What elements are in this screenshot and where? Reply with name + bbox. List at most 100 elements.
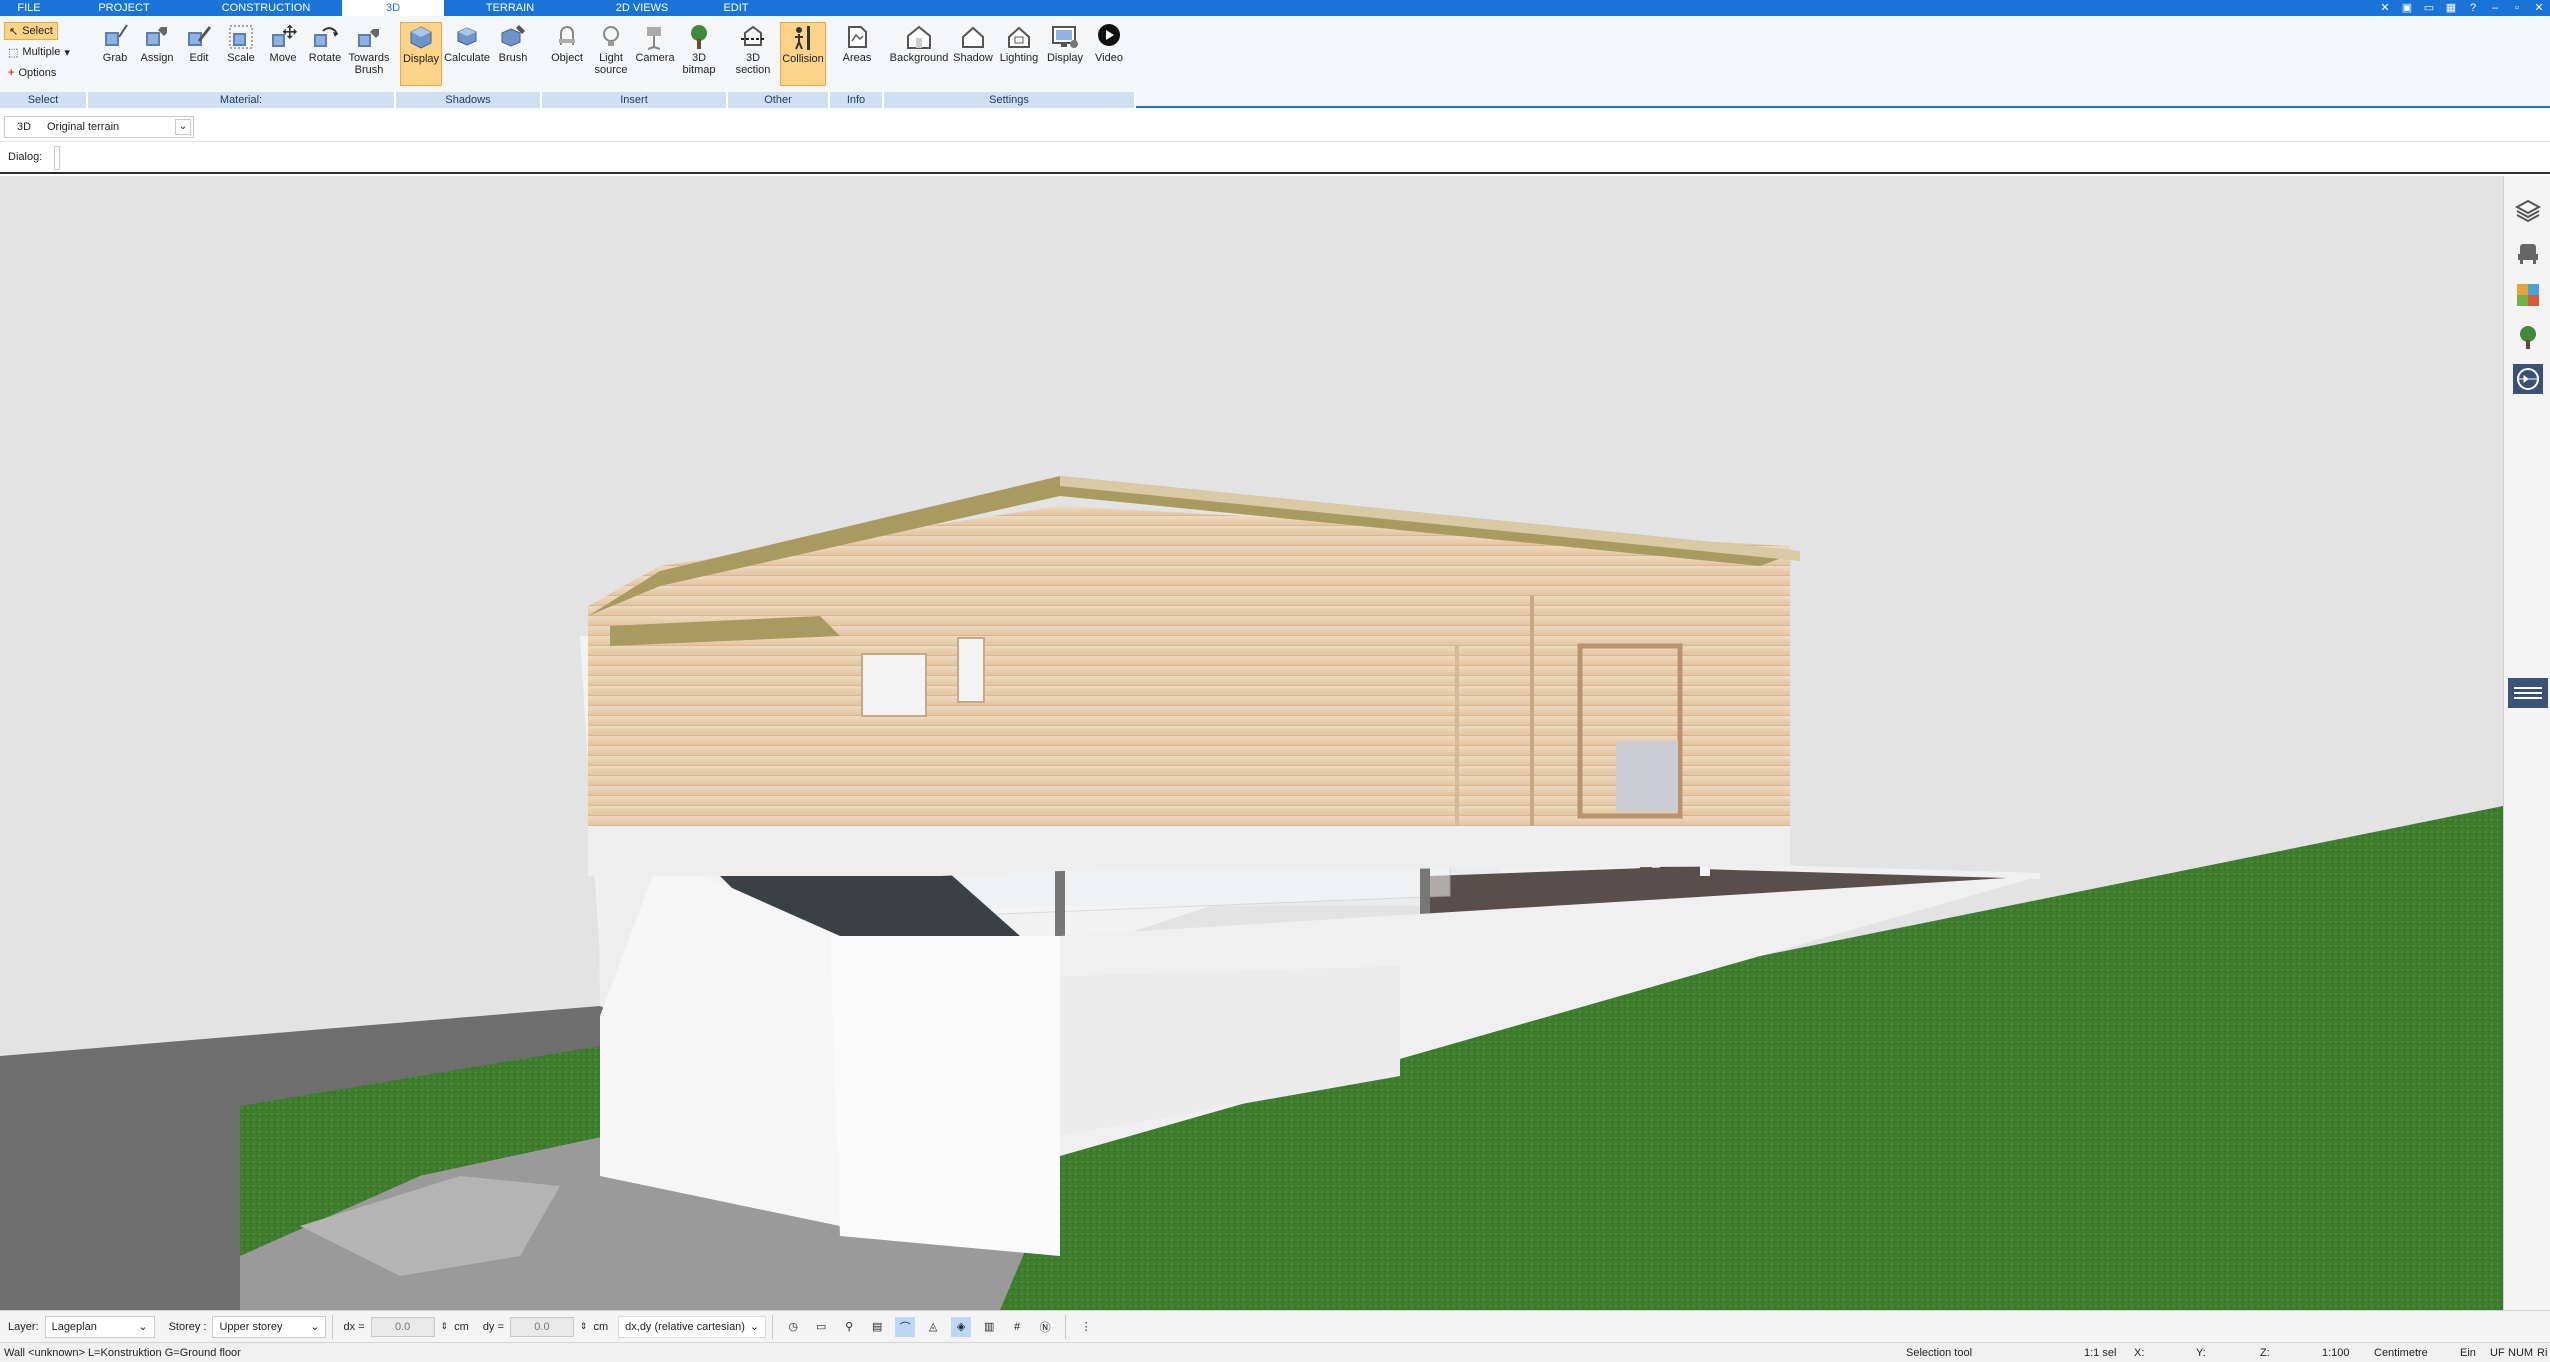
dy-stepper-icon[interactable]: ⇕ xyxy=(580,1321,588,1332)
dy-input[interactable]: 0.0 xyxy=(509,1316,574,1337)
display-settings-button[interactable]: Display xyxy=(1044,22,1086,86)
chevron-down-icon[interactable]: ⌄ xyxy=(175,119,191,135)
lighting-button[interactable]: Lighting xyxy=(998,22,1040,86)
move-button[interactable]: Move xyxy=(262,22,304,86)
balcony-glass xyxy=(1616,741,1678,811)
towards-brush-icon xyxy=(354,22,384,52)
materials-icon[interactable] xyxy=(2513,280,2543,310)
scale-button[interactable]: Scale xyxy=(220,22,262,86)
paint-icon[interactable]: ▤ xyxy=(867,1317,887,1337)
group-label-other: Other xyxy=(728,92,830,108)
tab-file[interactable]: FILE xyxy=(0,0,58,16)
ribbon: ↖ Select ⬚ Multiple ▾ + Options Select G… xyxy=(0,16,2550,108)
move-label: Move xyxy=(269,52,297,64)
terrain-icon[interactable]: ⌒ xyxy=(895,1316,916,1337)
select-group: ↖ Select ⬚ Multiple ▾ + Options Select xyxy=(0,16,88,108)
dialog-field[interactable] xyxy=(54,146,60,170)
minimize-icon[interactable]: – xyxy=(2488,2,2502,14)
group-label-settings: Settings xyxy=(884,92,1136,108)
options-button[interactable]: + Options xyxy=(4,64,60,82)
3d-section-button[interactable]: 3D section xyxy=(732,22,774,86)
tab-construction[interactable]: CONSTRUCTION xyxy=(190,0,342,16)
more-options-icon[interactable]: ⋮ xyxy=(1076,1317,1096,1337)
grid-icon[interactable]: # xyxy=(1007,1317,1027,1337)
tools-icon[interactable]: ✕ xyxy=(2378,2,2392,14)
brush-icon xyxy=(498,22,528,52)
dx-input[interactable]: 0.0 xyxy=(370,1316,435,1337)
3d-scene[interactable] xyxy=(0,176,2503,1310)
status-unit: Centimetre xyxy=(2374,1347,2428,1359)
display-shadows-icon xyxy=(406,23,436,53)
display-shadows-button[interactable]: Display xyxy=(400,22,442,86)
view-select[interactable]: 3D Original terrain ⌄ xyxy=(4,116,194,138)
dy-label: dy = xyxy=(482,1320,504,1333)
collision-button[interactable]: Collision xyxy=(780,22,826,86)
tab-3d[interactable]: 3D xyxy=(342,0,444,16)
display-shadows-label: Display xyxy=(402,53,440,65)
close-icon[interactable]: ✕ xyxy=(2532,2,2546,14)
background-button[interactable]: Background xyxy=(888,22,950,86)
screen-icon[interactable]: ▭ xyxy=(811,1317,831,1337)
layout-icon[interactable]: ▣ xyxy=(2400,2,2414,14)
status-scale: 1:100 xyxy=(2322,1347,2350,1359)
maximize-icon[interactable]: ▫ xyxy=(2510,2,2524,14)
shadows-group: Display Calculate Brush Shadows xyxy=(396,16,542,108)
insert-3d-bitmap-button[interactable]: 3D bitmap xyxy=(678,22,720,86)
calculate-button[interactable]: Calculate xyxy=(444,22,490,86)
calculate-label: Calculate xyxy=(444,52,490,64)
section-icon xyxy=(738,22,768,52)
video-button[interactable]: Video xyxy=(1088,22,1130,86)
separator xyxy=(772,1314,774,1339)
snap-icon[interactable]: ◬ xyxy=(923,1317,943,1337)
multiple-button[interactable]: ⬚ Multiple ▾ xyxy=(4,43,74,61)
dock-handle[interactable] xyxy=(2508,678,2548,708)
grid-icon[interactable]: ▦ xyxy=(2444,2,2458,14)
lighting-label: Lighting xyxy=(999,52,1039,64)
edit-material-button[interactable]: Edit xyxy=(178,22,220,86)
tab-project[interactable]: PROJECT xyxy=(58,0,190,16)
multiple-label: Multiple xyxy=(22,46,61,58)
layers-icon[interactable] xyxy=(2513,196,2543,226)
brush-button[interactable]: Brush xyxy=(492,22,534,86)
hatch-icon[interactable]: ▥ xyxy=(979,1317,999,1337)
shadow-icon xyxy=(958,22,988,52)
rotate-button[interactable]: Rotate xyxy=(304,22,346,86)
3d-viewport[interactable] xyxy=(0,176,2503,1310)
walk-icon[interactable]: ⚲ xyxy=(839,1317,859,1337)
navigation-icon[interactable] xyxy=(2513,364,2543,394)
scale-label: Scale xyxy=(227,52,255,64)
areas-button[interactable]: Areas xyxy=(836,22,878,86)
furniture-icon[interactable] xyxy=(2513,238,2543,268)
grab-icon xyxy=(100,22,130,52)
select-label: Select xyxy=(22,25,53,37)
coord-mode-select[interactable]: dx,dy (relative cartesian) ⌄ xyxy=(618,1315,767,1338)
layer-snap-icon[interactable]: ◈ xyxy=(951,1316,972,1337)
insert-camera-button[interactable]: Camera xyxy=(634,22,676,86)
assign-icon xyxy=(142,22,172,52)
clock-icon[interactable]: ◷ xyxy=(783,1317,803,1337)
insert-object-button[interactable]: Object xyxy=(546,22,588,86)
storey-select[interactable]: Upper storey ⌄ xyxy=(212,1315,327,1338)
dx-stepper-icon[interactable]: ⇕ xyxy=(441,1321,449,1332)
layer-select[interactable]: Lageplan ⌄ xyxy=(44,1315,155,1338)
restore-icon[interactable]: ▭ xyxy=(2422,2,2436,14)
shadow-settings-button[interactable]: Shadow xyxy=(952,22,994,86)
areas-icon xyxy=(842,22,872,52)
status-selection: 1:1 sel xyxy=(2084,1347,2117,1359)
tab-terrain[interactable]: TERRAIN xyxy=(444,0,576,16)
scale-icon xyxy=(226,22,256,52)
grab-button[interactable]: Grab xyxy=(94,22,136,86)
help-icon[interactable]: ? xyxy=(2466,2,2480,14)
assign-button[interactable]: Assign xyxy=(136,22,178,86)
group-label-material: Material: xyxy=(88,92,396,108)
chevron-down-icon: ▾ xyxy=(64,46,70,59)
plants-icon[interactable] xyxy=(2513,322,2543,352)
insert-light-source-button[interactable]: Light source xyxy=(590,22,632,86)
select-button[interactable]: ↖ Select xyxy=(4,22,58,40)
tab-edit[interactable]: EDIT xyxy=(708,0,764,16)
storey-label: Storey : xyxy=(168,1320,207,1333)
status-bar: Wall <unknown> L=Konstruktion G=Ground f… xyxy=(0,1342,2550,1362)
tab-2d-views[interactable]: 2D VIEWS xyxy=(576,0,708,16)
north-icon[interactable]: Ⓝ xyxy=(1035,1317,1055,1337)
towards-brush-button[interactable]: Towards Brush xyxy=(346,22,392,86)
